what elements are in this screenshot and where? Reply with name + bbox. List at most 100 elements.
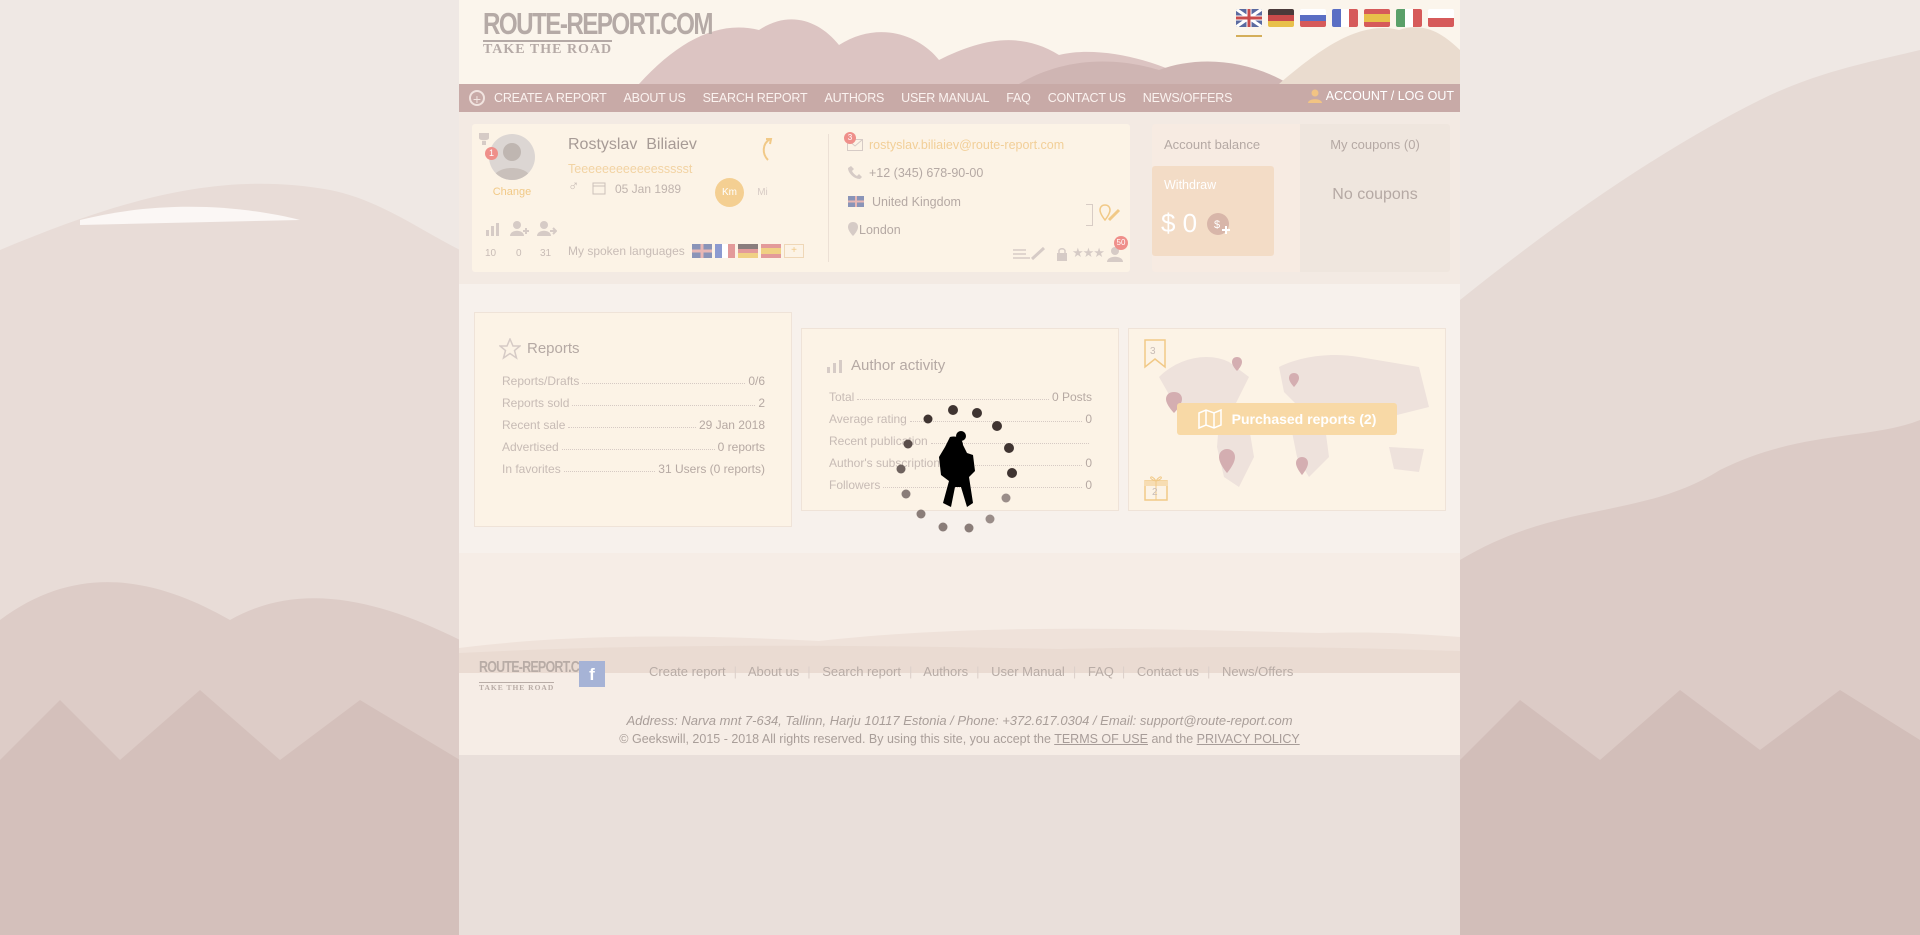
language-flags — [1235, 7, 1454, 37]
author-activity-title: Author activity — [851, 357, 946, 374]
unit-km-toggle[interactable]: Km — [715, 178, 744, 207]
page-container: ROUTE-REPORT.COM TAKE THE ROAD + CREATE … — [459, 0, 1460, 935]
coupons-title: My coupons (0) — [1330, 137, 1420, 152]
stat-following: 31 — [540, 248, 552, 259]
plus-icon[interactable]: + — [469, 90, 485, 107]
english-flag-icon — [692, 244, 712, 258]
row-value: 29 Jan 2018 — [698, 418, 765, 432]
lock-icon[interactable] — [1056, 247, 1068, 261]
rating-stars-icon: ★★★ — [1072, 245, 1105, 260]
profile-card: 1 Change Rostyslav Biliaiev Teeeeeeeeeee… — [472, 124, 1130, 272]
add-language-button[interactable]: + — [784, 244, 804, 258]
profile-country: United Kingdom — [872, 195, 961, 209]
main-nav: + CREATE A REPORT ABOUT US SEARCH REPORT… — [459, 84, 1460, 112]
nav-news-offers[interactable]: NEWS/OFFERS — [1143, 91, 1233, 105]
account-label: ACCOUNT / LOG OUT — [1325, 89, 1454, 103]
logo-tagline: TAKE THE ROAD — [483, 40, 613, 57]
birthdate: 05 Jan 1989 — [615, 182, 682, 196]
row-value: 31 Users (0 reports) — [658, 462, 765, 476]
footer-link-user-manual[interactable]: User Manual — [991, 664, 1065, 679]
footer-link-about-us[interactable]: About us — [748, 664, 799, 679]
privacy-policy-link[interactable]: PRIVACY POLICY — [1197, 732, 1300, 746]
german-flag-icon[interactable] — [1268, 9, 1294, 27]
following-icon — [537, 221, 557, 236]
change-avatar-link[interactable]: Change — [490, 186, 534, 198]
profile-email[interactable]: rostyslav.biliaiev@route-report.com — [869, 138, 1064, 152]
row-value: 0/6 — [748, 374, 765, 388]
row-value: 0 — [1085, 456, 1092, 470]
account-logout-link[interactable]: ACCOUNT / LOG OUT — [1307, 89, 1454, 103]
spoken-languages-flags: + — [692, 244, 804, 258]
avatar-badge: 1 — [485, 147, 498, 160]
row-label: Total — [829, 390, 855, 404]
add-money-icon[interactable]: $ — [1206, 212, 1234, 236]
italian-flag-icon[interactable] — [1396, 9, 1422, 27]
uk-flag-icon — [848, 196, 864, 207]
row-value: 0 — [1085, 478, 1092, 492]
footer-link-contact-us[interactable]: Contact us — [1137, 664, 1199, 679]
notification-badge: 50 — [1114, 236, 1128, 250]
logo-text: ROUTE-REPORT.COM — [483, 6, 713, 41]
user-icon — [1307, 89, 1322, 103]
footer-logo[interactable]: ROUTE-REPORT.COM TAKE THE ROAD — [479, 659, 631, 695]
divider — [828, 134, 829, 262]
list-edit-icon[interactable] — [1012, 246, 1052, 262]
unit-mi-toggle[interactable]: Mi — [748, 178, 777, 207]
spanish-flag-icon — [761, 244, 781, 258]
purchased-reports-button[interactable]: Purchased reports (2) — [1177, 403, 1397, 435]
footer-link-create-report[interactable]: Create report — [649, 664, 726, 679]
svg-text:$: $ — [1214, 219, 1220, 231]
profile-phone: +12 (345) 678-90-00 — [869, 166, 984, 180]
facebook-button[interactable]: f — [579, 661, 605, 687]
footer-copyright: © Geekswill, 2015 - 2018 All rights rese… — [459, 732, 1460, 746]
nav-search-report[interactable]: SEARCH REPORT — [703, 91, 808, 105]
trophy-icon — [479, 133, 489, 145]
footer-link-authors[interactable]: Authors — [923, 664, 968, 679]
reports-row: Reports sold 2 — [502, 388, 765, 410]
location-pin-icon — [848, 222, 858, 236]
profile-status[interactable]: Teeeeeeeeeeeessssst — [568, 162, 692, 176]
stat-followers: 0 — [516, 248, 522, 259]
footer-landscape — [459, 628, 1460, 673]
account-balance-title: Account balance — [1164, 137, 1261, 152]
nav-contact-us[interactable]: CONTACT US — [1048, 91, 1126, 105]
terms-of-use-link[interactable]: TERMS OF USE — [1054, 732, 1148, 746]
calendar-icon — [592, 182, 606, 195]
reports-row: Advertised 0 reports — [502, 432, 765, 454]
russian-flag-icon[interactable] — [1300, 9, 1326, 27]
map-icon — [1197, 409, 1222, 429]
withdraw-panel[interactable]: Withdraw $ 0 $ — [1152, 166, 1274, 256]
email-badge: 3 — [844, 132, 856, 144]
coupons-panel: My coupons (0) No coupons — [1300, 124, 1450, 272]
nav-user-manual[interactable]: USER MANUAL — [901, 91, 989, 105]
bookmark-count: 3 — [1150, 346, 1156, 357]
footer-logo-tagline: TAKE THE ROAD — [479, 682, 555, 692]
gift-count: 2 — [1152, 487, 1158, 498]
nav-authors[interactable]: AUTHORS — [824, 91, 884, 105]
row-label: Followers — [829, 478, 881, 492]
nav-faq[interactable]: FAQ — [1006, 91, 1031, 105]
reports-row: In favorites 31 Users (0 reports) — [502, 454, 765, 476]
stat-reports: 10 — [485, 248, 497, 259]
footer: ROUTE-REPORT.COM TAKE THE ROAD f Create … — [459, 553, 1460, 755]
site-logo[interactable]: ROUTE-REPORT.COM TAKE THE ROAD — [483, 8, 777, 58]
row-label: Reports sold — [502, 396, 570, 410]
reports-card: Reports Reports/Drafts 0/6 Reports sold 2 … — [474, 312, 792, 527]
nav-create-report[interactable]: CREATE A REPORT — [494, 91, 607, 105]
french-flag-icon — [715, 244, 735, 258]
no-coupons-text: No coupons — [1332, 186, 1418, 203]
footer-link-news-offers[interactable]: News/Offers — [1222, 664, 1293, 679]
spanish-flag-icon[interactable] — [1364, 9, 1390, 27]
footer-link-search-report[interactable]: Search report — [822, 664, 901, 679]
french-flag-icon[interactable] — [1332, 9, 1358, 27]
refresh-icon[interactable] — [758, 136, 778, 164]
polish-flag-icon[interactable] — [1428, 9, 1454, 27]
nav-about-us[interactable]: ABOUT US — [624, 91, 686, 105]
spoken-languages-label: My spoken languages — [568, 244, 685, 258]
balance-card: Account balance Withdraw $ 0 $ My coupon… — [1152, 124, 1450, 272]
footer-link-faq[interactable]: FAQ — [1088, 664, 1114, 679]
flag-english[interactable] — [1235, 7, 1263, 37]
bar-chart-icon — [827, 360, 842, 373]
map-pin-edit-icon[interactable] — [1099, 204, 1123, 224]
withdraw-label: Withdraw — [1164, 178, 1217, 192]
